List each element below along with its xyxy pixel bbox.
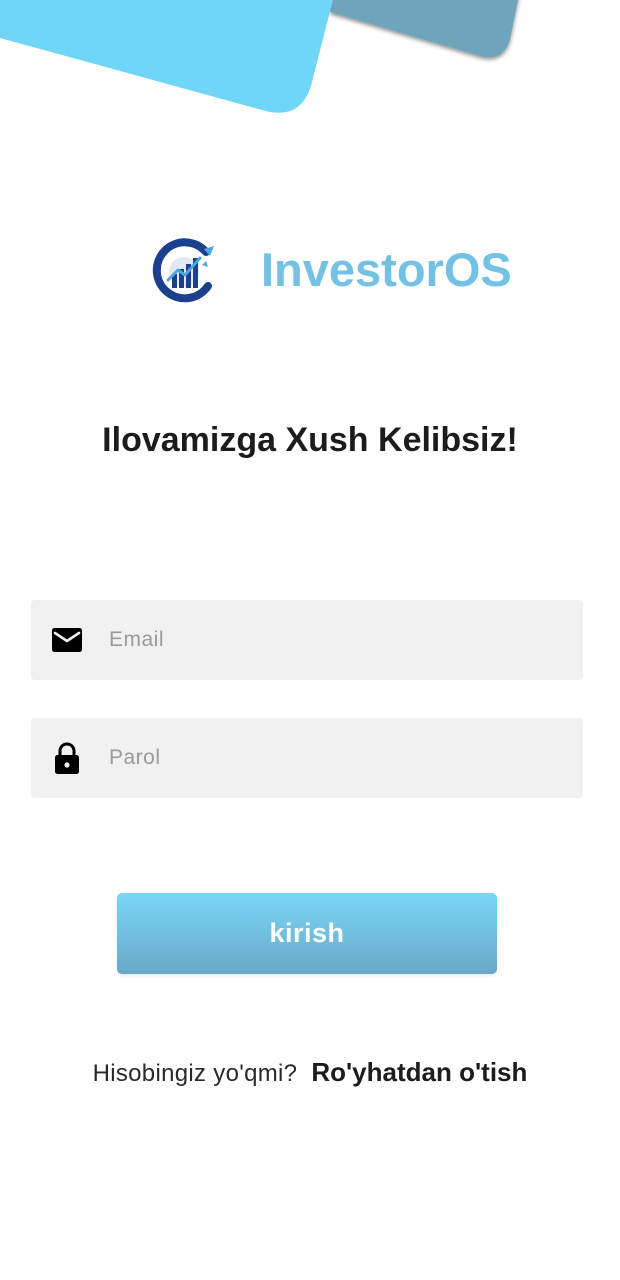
signup-prompt-row: Hisobingiz yo'qmi? Ro'yhatdan o'tish [0,1054,620,1095]
decor-card-back [330,0,518,58]
signup-prompt-text: Hisobingiz yo'qmi? [92,1060,298,1087]
brand-header: InvestorOS [0,230,620,310]
signup-link[interactable]: Ro'yhatdan o'tish [311,1057,527,1087]
login-button[interactable]: kirish [117,893,497,974]
email-input[interactable] [109,600,569,680]
password-field[interactable] [31,718,583,798]
mail-icon [51,624,83,656]
decor-card-front [0,0,333,113]
welcome-title: Ilovamizga Xush Kelibsiz! [102,421,518,459]
email-field[interactable] [31,600,583,680]
investor-growth-chart-logo-icon [148,234,220,306]
header-decoration [0,0,518,113]
brand-name: InvestorOS [261,243,512,296]
password-input[interactable] [109,718,569,798]
lock-icon [51,742,83,774]
